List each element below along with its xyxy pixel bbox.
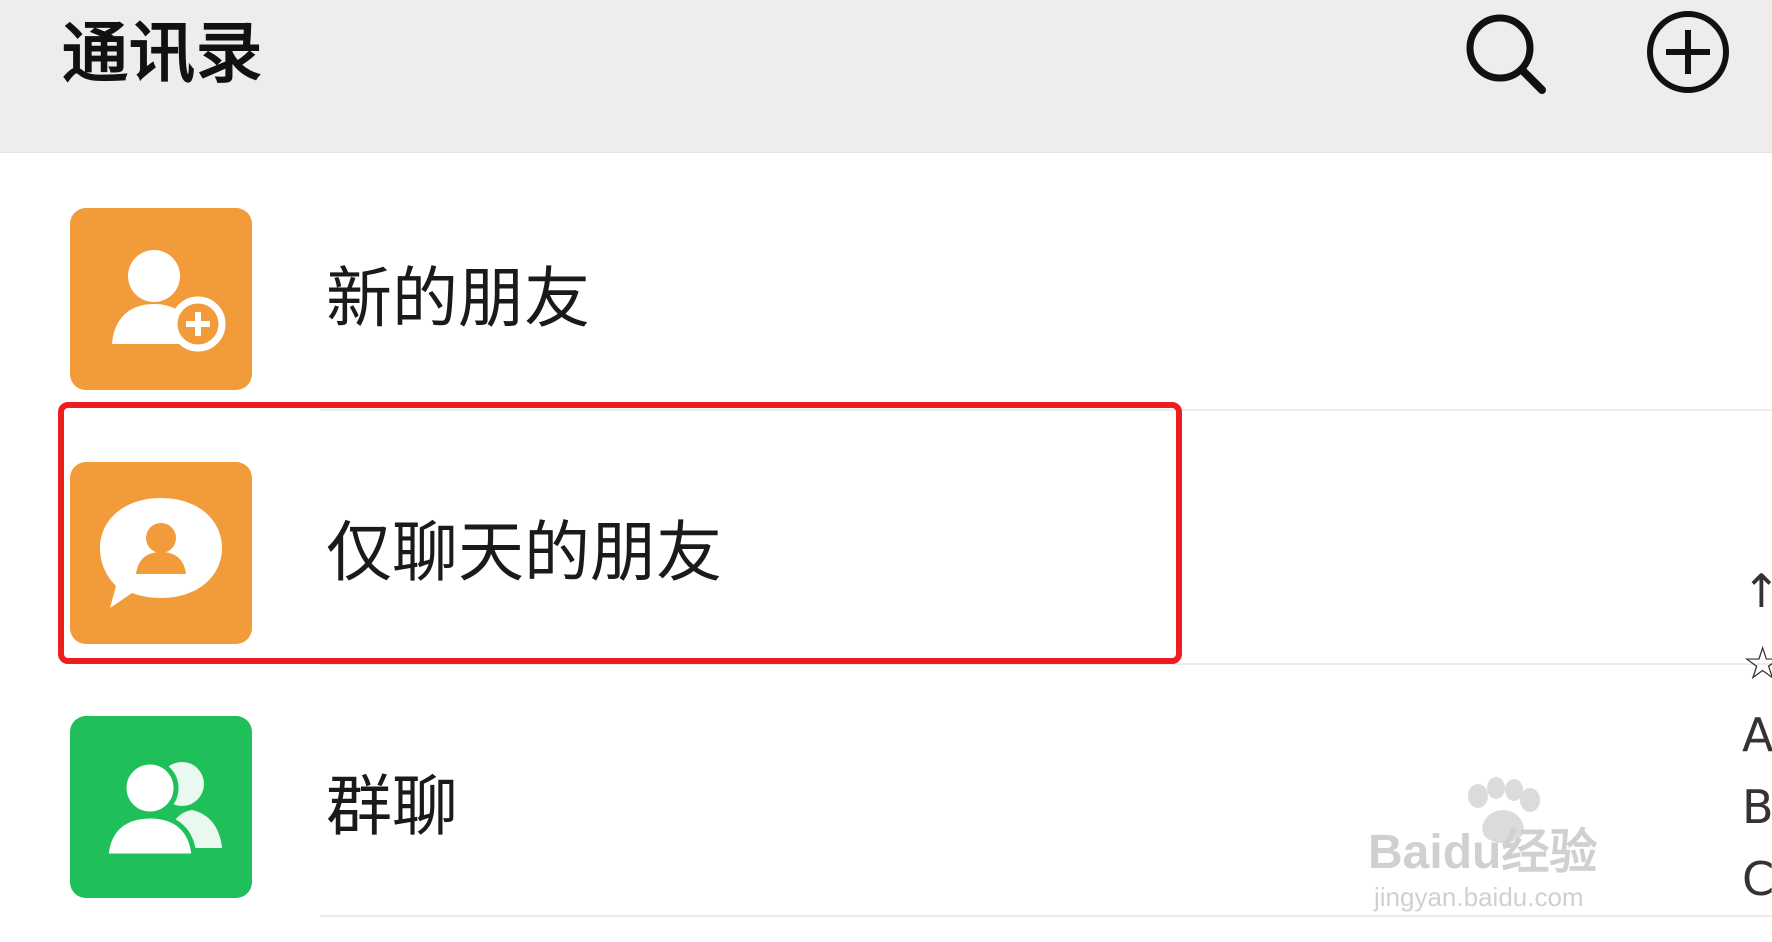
search-icon xyxy=(1466,14,1546,94)
divider xyxy=(320,915,1772,917)
index-item-star[interactable]: ☆ xyxy=(1742,627,1772,699)
list-item-chat-only-friends[interactable]: 仅聊天的朋友 xyxy=(0,432,1772,686)
list-item-new-friends[interactable]: 新的朋友 xyxy=(0,178,1772,432)
list-item-label: 群聊 xyxy=(326,768,458,845)
top-bar: 通讯录 xyxy=(0,0,1772,153)
list-item-group-chats[interactable]: 群聊 xyxy=(0,686,1772,940)
alphabet-index-bar[interactable]: ↑ ☆ A B C xyxy=(1742,555,1772,915)
index-item-b[interactable]: B xyxy=(1742,771,1772,843)
divider xyxy=(320,409,1772,411)
list-item-label: 新的朋友 xyxy=(326,260,590,337)
plus-circle-icon xyxy=(1647,11,1729,93)
add-button[interactable] xyxy=(1640,6,1736,102)
search-button[interactable] xyxy=(1460,6,1556,102)
page-title: 通讯录 xyxy=(62,15,263,92)
index-item-up-arrow[interactable]: ↑ xyxy=(1742,555,1772,627)
divider xyxy=(320,663,1772,665)
list-item-label: 仅聊天的朋友 xyxy=(326,514,722,591)
group-chat-icon xyxy=(70,716,252,898)
add-friend-icon xyxy=(70,208,252,390)
chat-only-friend-icon xyxy=(70,462,252,644)
index-item-a[interactable]: A xyxy=(1742,699,1772,771)
index-item-c[interactable]: C xyxy=(1742,843,1772,915)
